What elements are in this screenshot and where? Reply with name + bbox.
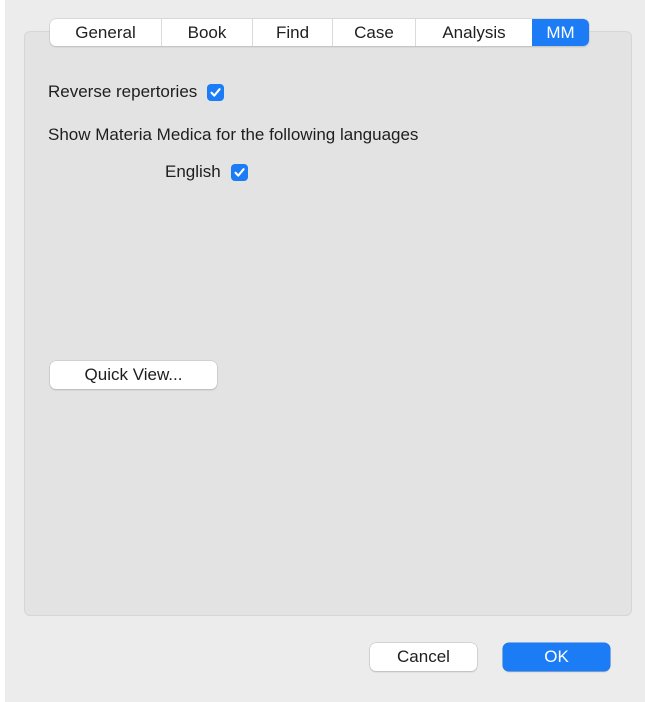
tab-book[interactable]: Book (161, 19, 252, 46)
checkmark-icon (210, 87, 221, 97)
english-checkbox[interactable] (230, 163, 248, 181)
english-row: English (165, 162, 248, 182)
reverse-repertories-label: Reverse repertories (48, 82, 198, 101)
tab-mm[interactable]: MM (532, 19, 589, 46)
cancel-button[interactable]: Cancel (370, 643, 477, 671)
ok-button[interactable]: OK (503, 643, 610, 671)
quick-view-button[interactable]: Quick View... (50, 361, 217, 389)
tab-content-panel (24, 31, 632, 616)
tab-case[interactable]: Case (332, 19, 415, 46)
reverse-repertories-row: Reverse repertories (48, 82, 225, 102)
preferences-window: General Book Find Case Analysis MM Rever… (5, 0, 645, 702)
checkmark-icon (234, 167, 245, 177)
tab-find[interactable]: Find (252, 19, 332, 46)
tab-analysis[interactable]: Analysis (415, 19, 532, 46)
reverse-repertories-checkbox[interactable] (207, 83, 225, 101)
english-label: English (165, 162, 221, 181)
languages-heading: Show Materia Medica for the following la… (48, 125, 418, 145)
tab-general[interactable]: General (50, 19, 161, 46)
languages-heading-text: Show Materia Medica for the following la… (48, 125, 419, 144)
tab-bar: General Book Find Case Analysis MM (50, 19, 589, 46)
